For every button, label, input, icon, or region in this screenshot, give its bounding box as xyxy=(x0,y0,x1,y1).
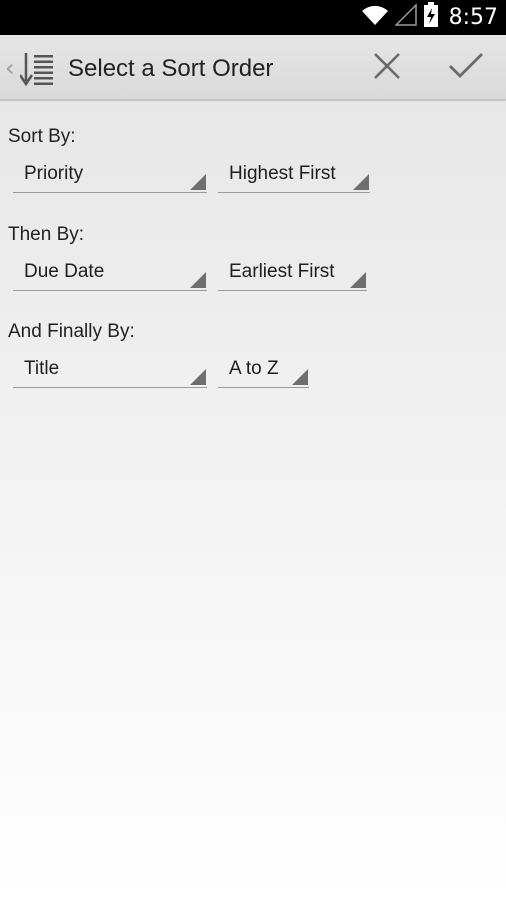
dropdown-arrow-icon xyxy=(190,272,206,288)
spinner-value: Title xyxy=(24,358,60,379)
wifi-icon xyxy=(361,3,389,32)
spinner-value: Earliest First xyxy=(229,261,335,282)
dropdown-arrow-icon xyxy=(190,174,206,190)
status-icons: 8:57 xyxy=(361,0,498,35)
sort-by-direction-spinner[interactable]: Highest First xyxy=(218,159,370,193)
chevron-left-icon: ‹ xyxy=(5,54,15,82)
dropdown-arrow-icon xyxy=(353,174,369,190)
status-time: 8:57 xyxy=(448,5,498,30)
spinner-value: Priority xyxy=(24,163,84,184)
page-title: Select a Sort Order xyxy=(68,55,274,82)
dropdown-arrow-icon xyxy=(292,369,308,385)
then-by-direction-spinner[interactable]: Earliest First xyxy=(218,257,367,291)
cancel-button[interactable] xyxy=(352,35,422,101)
sort-by-field-spinner[interactable]: Priority xyxy=(13,159,207,193)
then-by-field-spinner[interactable]: Due Date xyxy=(13,257,207,291)
spinner-value: A to Z xyxy=(229,358,279,379)
finally-by-label: And Finally By: xyxy=(8,321,135,342)
spinner-value: Highest First xyxy=(229,163,336,184)
spinner-value: Due Date xyxy=(24,261,105,282)
checkmark-icon xyxy=(448,52,484,85)
close-icon xyxy=(373,52,401,85)
dropdown-arrow-icon xyxy=(350,272,366,288)
sort-by-label: Sort By: xyxy=(8,126,76,147)
dropdown-arrow-icon xyxy=(190,369,206,385)
sort-list-icon xyxy=(18,51,54,92)
finally-by-direction-spinner[interactable]: A to Z xyxy=(218,354,309,388)
status-bar: 8:57 xyxy=(0,0,506,35)
confirm-button[interactable] xyxy=(431,35,501,101)
finally-by-field-spinner[interactable]: Title xyxy=(13,354,207,388)
then-by-label: Then By: xyxy=(8,224,85,245)
battery-charging-icon xyxy=(423,2,439,33)
action-bar: ‹ Select a Sort Order xyxy=(0,35,506,101)
signal-icon xyxy=(393,3,417,32)
